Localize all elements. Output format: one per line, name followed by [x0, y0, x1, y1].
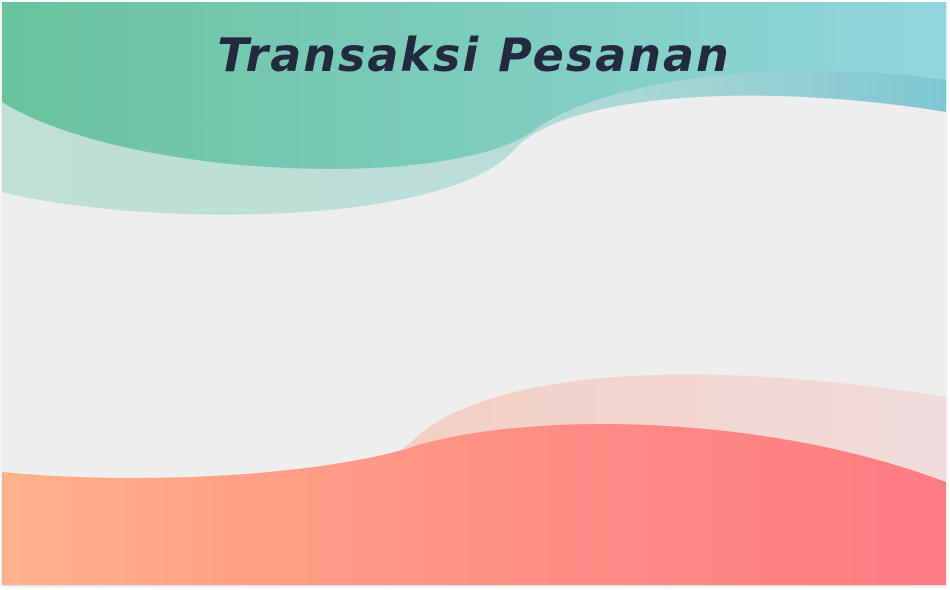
page-title: Transaksi Pesanan [217, 28, 731, 82]
bottom-wave-main [2, 424, 946, 585]
slide-canvas: Transaksi Pesanan [2, 2, 946, 585]
wave-background [2, 2, 946, 585]
